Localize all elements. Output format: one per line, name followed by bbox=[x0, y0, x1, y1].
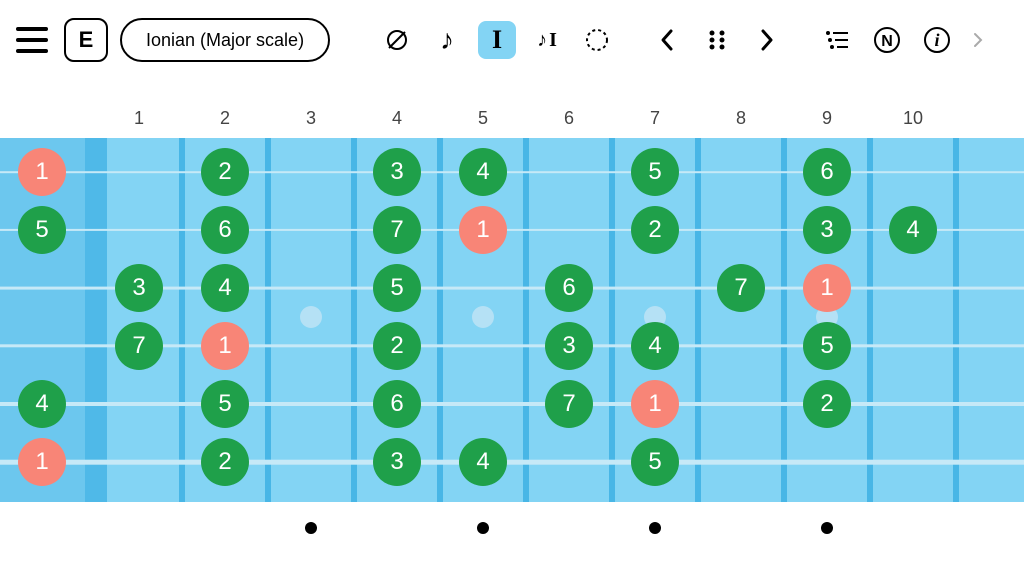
fret-number: 2 bbox=[220, 108, 230, 129]
fret-number: 6 bbox=[564, 108, 574, 129]
position-marker bbox=[821, 522, 833, 534]
scale-note-dot[interactable]: 3 bbox=[115, 264, 163, 312]
scale-label: Ionian (Major scale) bbox=[146, 30, 304, 51]
fret-line bbox=[781, 138, 787, 502]
fret-number: 7 bbox=[650, 108, 660, 129]
scale-note-dot[interactable]: 7 bbox=[717, 264, 765, 312]
dashed-circle-icon[interactable] bbox=[578, 21, 616, 59]
key-button[interactable]: E bbox=[64, 18, 108, 62]
eighth-note-icon: ♪ bbox=[440, 24, 454, 56]
info-button[interactable]: i bbox=[918, 21, 956, 59]
fret-line bbox=[265, 138, 271, 502]
fret-line bbox=[179, 138, 185, 502]
fret-line bbox=[437, 138, 443, 502]
position-marker bbox=[477, 522, 489, 534]
fret-number: 5 bbox=[478, 108, 488, 129]
fret-line bbox=[351, 138, 357, 502]
root-note-dot[interactable]: 1 bbox=[803, 264, 851, 312]
root-note-dot[interactable]: 1 bbox=[201, 322, 249, 370]
svg-text:i: i bbox=[935, 30, 940, 50]
fret-line bbox=[953, 138, 959, 502]
fret-number-row: 1 2 3 4 5 6 7 8 9 10 bbox=[0, 108, 1024, 132]
overflow-chevron-icon[interactable] bbox=[968, 21, 988, 59]
interval-mode-button[interactable]: I bbox=[478, 21, 516, 59]
scale-note-dot[interactable]: 3 bbox=[373, 438, 421, 486]
scale-note-dot[interactable]: 5 bbox=[18, 206, 66, 254]
string-line bbox=[0, 460, 1024, 465]
scale-note-dot[interactable]: 5 bbox=[373, 264, 421, 312]
fretboard-inlay bbox=[472, 306, 494, 328]
scale-note-dot[interactable]: 6 bbox=[803, 148, 851, 196]
list-icon[interactable] bbox=[818, 21, 856, 59]
scale-note-dot[interactable]: 5 bbox=[631, 148, 679, 196]
fret-number: 3 bbox=[306, 108, 316, 129]
scale-note-dot[interactable]: 2 bbox=[631, 206, 679, 254]
chevron-left-icon[interactable] bbox=[648, 21, 686, 59]
scale-note-dot[interactable]: 5 bbox=[201, 380, 249, 428]
interval-label: I bbox=[492, 25, 502, 55]
scale-note-dot[interactable]: 2 bbox=[803, 380, 851, 428]
svg-text:N: N bbox=[881, 33, 893, 50]
chevron-right-icon[interactable] bbox=[748, 21, 786, 59]
fret-line bbox=[609, 138, 615, 502]
scale-note-dot[interactable]: 5 bbox=[803, 322, 851, 370]
menu-icon[interactable] bbox=[12, 20, 52, 60]
position-marker bbox=[649, 522, 661, 534]
scale-note-dot[interactable]: 4 bbox=[889, 206, 937, 254]
scale-note-dot[interactable]: 7 bbox=[115, 322, 163, 370]
fret-number: 9 bbox=[822, 108, 832, 129]
scale-note-dot[interactable]: 2 bbox=[201, 438, 249, 486]
scale-note-dot[interactable]: 3 bbox=[803, 206, 851, 254]
scale-note-dot[interactable]: 7 bbox=[545, 380, 593, 428]
fret-number: 8 bbox=[736, 108, 746, 129]
fret-line bbox=[695, 138, 701, 502]
empty-set-icon[interactable] bbox=[378, 21, 416, 59]
fret-number: 1 bbox=[134, 108, 144, 129]
note-interval-button[interactable]: ♪ I bbox=[528, 21, 566, 59]
note-names-button[interactable]: N bbox=[868, 21, 906, 59]
scale-note-dot[interactable]: 3 bbox=[545, 322, 593, 370]
string-line bbox=[0, 402, 1024, 406]
note-icon[interactable]: ♪ bbox=[428, 21, 466, 59]
scale-note-dot[interactable]: 2 bbox=[373, 322, 421, 370]
scale-note-dot[interactable]: 4 bbox=[631, 322, 679, 370]
scale-note-dot[interactable]: 4 bbox=[459, 148, 507, 196]
fret-number: 10 bbox=[903, 108, 923, 129]
root-note-dot[interactable]: 1 bbox=[459, 206, 507, 254]
interval-label-small: I bbox=[549, 29, 557, 52]
fretboard[interactable]: 154137264152375263414637524157631524 bbox=[0, 138, 1024, 502]
eighth-note-icon: ♪ bbox=[537, 29, 547, 52]
fret-line bbox=[867, 138, 873, 502]
scale-button[interactable]: Ionian (Major scale) bbox=[120, 18, 330, 62]
scale-note-dot[interactable]: 7 bbox=[373, 206, 421, 254]
fret-number: 4 bbox=[392, 108, 402, 129]
scale-note-dot[interactable]: 5 bbox=[631, 438, 679, 486]
root-note-dot[interactable]: 1 bbox=[18, 438, 66, 486]
scale-note-dot[interactable]: 4 bbox=[201, 264, 249, 312]
scale-note-dot[interactable]: 6 bbox=[373, 380, 421, 428]
nut bbox=[85, 138, 107, 502]
toolbar: E Ionian (Major scale) ♪ I ♪ I bbox=[0, 0, 1024, 80]
string-line bbox=[0, 171, 1024, 173]
root-note-dot[interactable]: 1 bbox=[631, 380, 679, 428]
root-note-dot[interactable]: 1 bbox=[18, 148, 66, 196]
position-marker bbox=[305, 522, 317, 534]
string-line bbox=[0, 229, 1024, 231]
scale-note-dot[interactable]: 2 bbox=[201, 148, 249, 196]
scale-note-dot[interactable]: 6 bbox=[201, 206, 249, 254]
scale-note-dot[interactable]: 3 bbox=[373, 148, 421, 196]
scale-note-dot[interactable]: 4 bbox=[459, 438, 507, 486]
key-label: E bbox=[79, 27, 94, 53]
fretboard-inlay bbox=[300, 306, 322, 328]
scale-note-dot[interactable]: 6 bbox=[545, 264, 593, 312]
fret-line bbox=[523, 138, 529, 502]
positions-icon[interactable] bbox=[698, 21, 736, 59]
scale-note-dot[interactable]: 4 bbox=[18, 380, 66, 428]
